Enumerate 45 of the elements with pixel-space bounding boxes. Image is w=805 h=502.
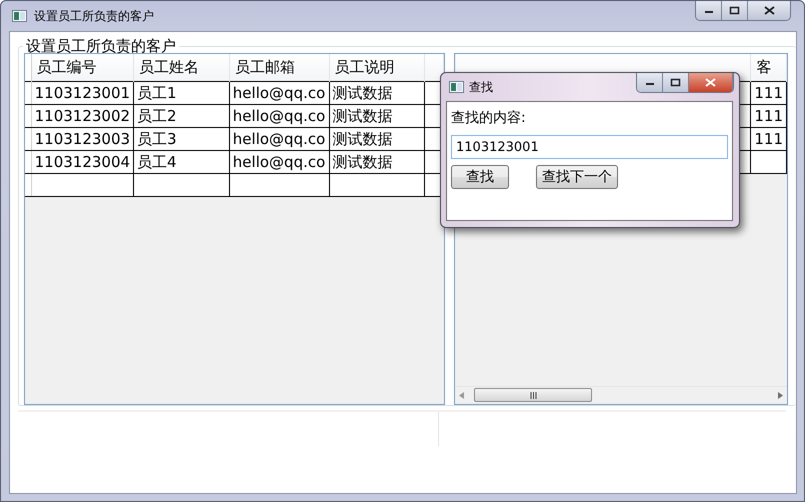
column-header[interactable]: 员工邮箱 [229,54,330,82]
table-cell: 测试数据 [329,128,425,150]
column-header[interactable]: 员工说明 [329,54,425,82]
table-cell: hello@qq.co [229,82,330,104]
maximize-button[interactable] [663,73,689,92]
close-button[interactable] [748,1,790,20]
find-button[interactable]: 查找 [451,165,509,189]
table-cell: 测试数据 [329,82,425,104]
table-cell: 测试数据 [329,104,425,128]
maximize-icon [729,6,740,15]
table-cell: 111 [750,104,786,128]
table-cell: 1103123003 [31,128,134,150]
table-cell: hello@qq.co [229,104,330,128]
minimize-button[interactable] [696,1,722,20]
dialog-title: 查找 [469,79,493,96]
horizontal-scrollbar[interactable] [455,386,787,404]
group-title: 设置员工所负责的客户 [25,38,177,54]
scroll-thumb[interactable] [474,388,592,402]
column-header[interactable]: 客 [750,54,786,82]
column-header[interactable]: 员工编号 [31,54,134,82]
close-icon [705,78,716,87]
window-title: 设置员工所负责的客户 [34,8,154,25]
find-label: 查找的内容: [451,109,527,128]
table-cell: 1103123001 [31,82,134,104]
table-cell: 员工3 [134,128,230,150]
table-cell: 1103123002 [31,104,134,128]
column-header[interactable]: 员工姓名 [134,54,230,82]
table-cell: 111 [750,128,786,150]
table-cell: hello@qq.co [229,150,330,174]
table-cell: hello@qq.co [229,128,330,150]
table-cell: 1103123004 [31,150,134,174]
minimize-button[interactable] [637,73,663,92]
app-icon [12,10,27,22]
find-field[interactable]: 1103123001 [451,135,728,159]
table-cell: 111 [750,82,786,104]
maximize-icon [670,78,681,87]
find-next-button[interactable]: 查找下一个 [536,165,618,189]
table-cell: 测试数据 [329,150,425,174]
maximize-button[interactable] [722,1,748,20]
app-icon [449,81,464,93]
table-cell: 员工1 [134,82,230,104]
close-icon [764,6,774,15]
table-cell: 员工4 [134,150,230,174]
table-cell: 员工2 [134,104,230,128]
scroll-right-icon[interactable] [778,392,783,398]
